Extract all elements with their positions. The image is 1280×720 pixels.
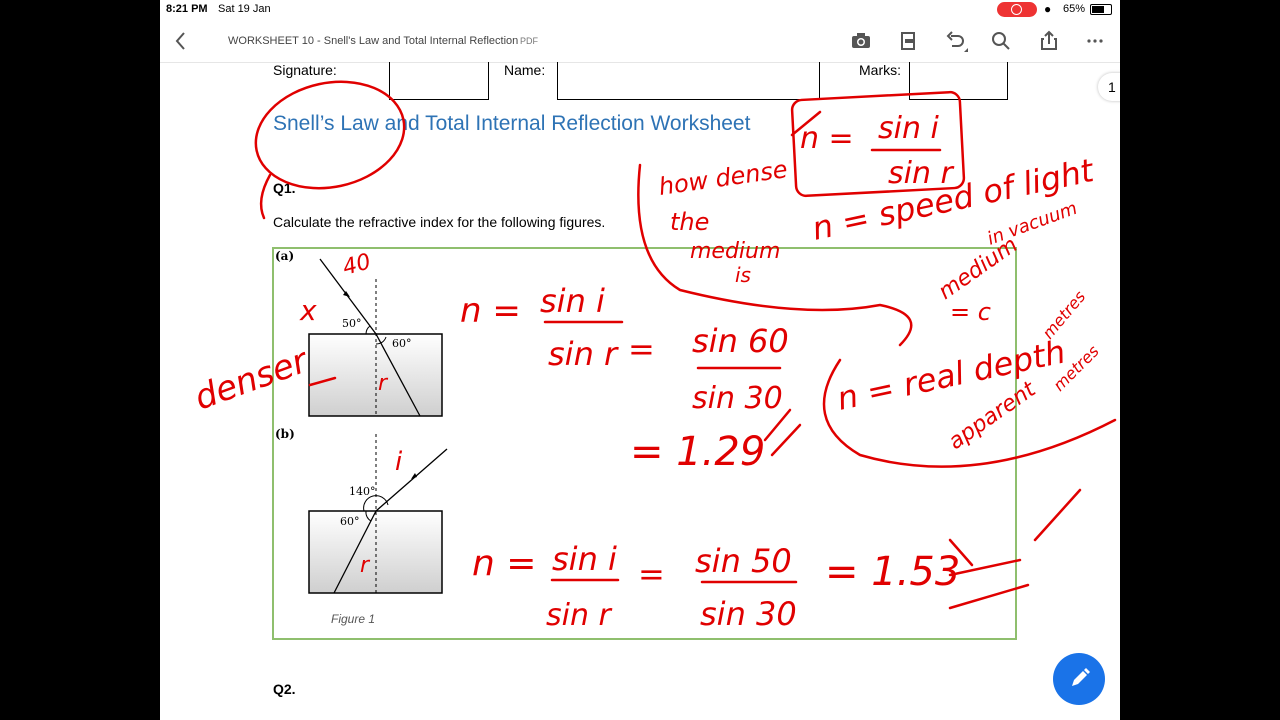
ink-x: x [299, 294, 317, 327]
ink-a-n: n = [460, 291, 521, 331]
ink-i-mark: i [395, 447, 403, 477]
ink-b-sin-i: sin i [552, 540, 617, 578]
tick-mark-annotation [1033, 488, 1082, 542]
ink-b-n: n = [472, 543, 536, 584]
underline-b [948, 558, 1030, 610]
ink-a-sin-i: sin i [540, 282, 605, 320]
ink-a-sin30: sin 30 [692, 381, 783, 416]
ink-a-sin-r: sin r [548, 335, 619, 373]
ink-r-mark-b: r [360, 553, 371, 578]
ink-r-mark-a: r [378, 371, 389, 396]
ink-b-sin30: sin 30 [700, 595, 797, 633]
ink-b-result: = 1.53 [825, 549, 960, 595]
ink-the: the [670, 208, 709, 236]
underline-a [763, 408, 802, 457]
ink-medium: medium [690, 239, 780, 264]
ink-b-eq: = [638, 555, 665, 593]
q1-circle-annotation [259, 173, 272, 220]
ink-b-sin-r: sin r [546, 598, 613, 633]
ink-speed-formula: n = speed of light [809, 151, 1098, 248]
ink-b-sin50: sin 50 [695, 542, 792, 580]
ink-sin-i: sin i [878, 111, 940, 146]
ink-a-sin60: sin 60 [692, 322, 789, 360]
ink-annotations-layer: n = sin i sin r how dense the medium is … [189, 80, 1117, 633]
ink-a-eq: = [628, 330, 655, 368]
ipad-screen: 8:21 PM Sat 19 Jan ● 65% WORKSHEET 10 - … [160, 0, 1120, 720]
ink-real-depth: n = real depth [834, 332, 1069, 417]
ink-is: is [735, 263, 751, 287]
ink-metres-1: metres [1039, 287, 1090, 342]
ink-medium-2: medium [934, 233, 1022, 305]
edit-pencil-button[interactable] [1053, 653, 1105, 705]
ink-eq-c: = c [950, 298, 991, 326]
ink-n: n = [800, 121, 854, 156]
pencil-icon [1072, 668, 1090, 686]
ink-how-dense: how dense [657, 155, 789, 201]
title-circle-annotation [254, 80, 406, 190]
ink-denser: denser [189, 340, 314, 418]
ink-angle-40: 40 [340, 249, 374, 280]
ink-a-result: = 1.29 [630, 429, 765, 475]
